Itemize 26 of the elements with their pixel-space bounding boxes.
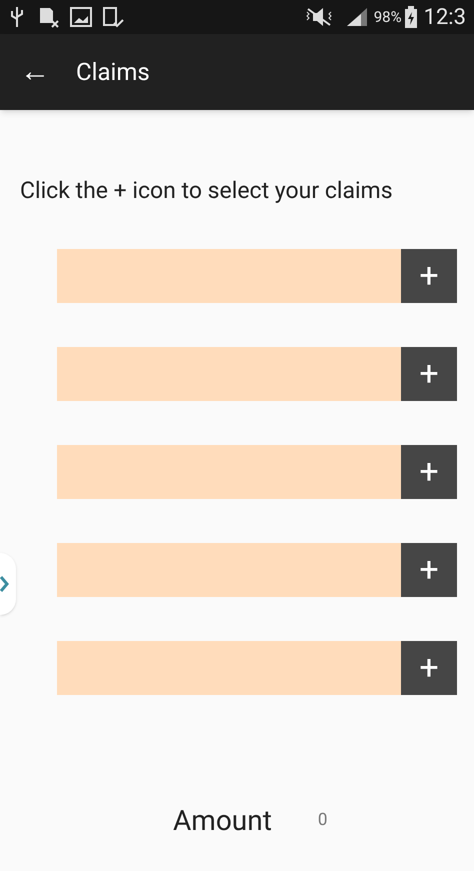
amount-label: Amount bbox=[173, 803, 272, 839]
image-icon bbox=[70, 6, 92, 28]
back-button[interactable]: ← bbox=[20, 57, 50, 87]
tablet-check-icon bbox=[102, 6, 124, 28]
chevron-right-icon bbox=[0, 575, 9, 593]
add-button[interactable]: + bbox=[401, 248, 457, 302]
claim-field[interactable] bbox=[57, 346, 401, 400]
signal-icon bbox=[346, 7, 368, 27]
battery-charging-icon bbox=[404, 6, 418, 28]
clock-time: 12:3 bbox=[424, 4, 466, 32]
add-button[interactable]: + bbox=[401, 640, 457, 694]
claim-field[interactable] bbox=[57, 444, 401, 498]
mute-icon bbox=[304, 7, 334, 27]
drawer-handle[interactable] bbox=[0, 553, 16, 615]
claim-field[interactable] bbox=[57, 542, 401, 596]
amount-value: 0 bbox=[318, 809, 328, 832]
sim-icon bbox=[38, 6, 60, 28]
claim-field[interactable] bbox=[57, 248, 401, 302]
add-button[interactable]: + bbox=[401, 346, 457, 400]
add-button[interactable]: + bbox=[401, 444, 457, 498]
screen-title: Claims bbox=[76, 57, 150, 88]
usb-icon bbox=[10, 6, 24, 28]
add-button[interactable]: + bbox=[401, 542, 457, 596]
instruction-text: Click the + icon to select your claims bbox=[20, 176, 394, 206]
battery-percent: 98% bbox=[374, 6, 402, 28]
claim-field[interactable] bbox=[57, 640, 401, 694]
